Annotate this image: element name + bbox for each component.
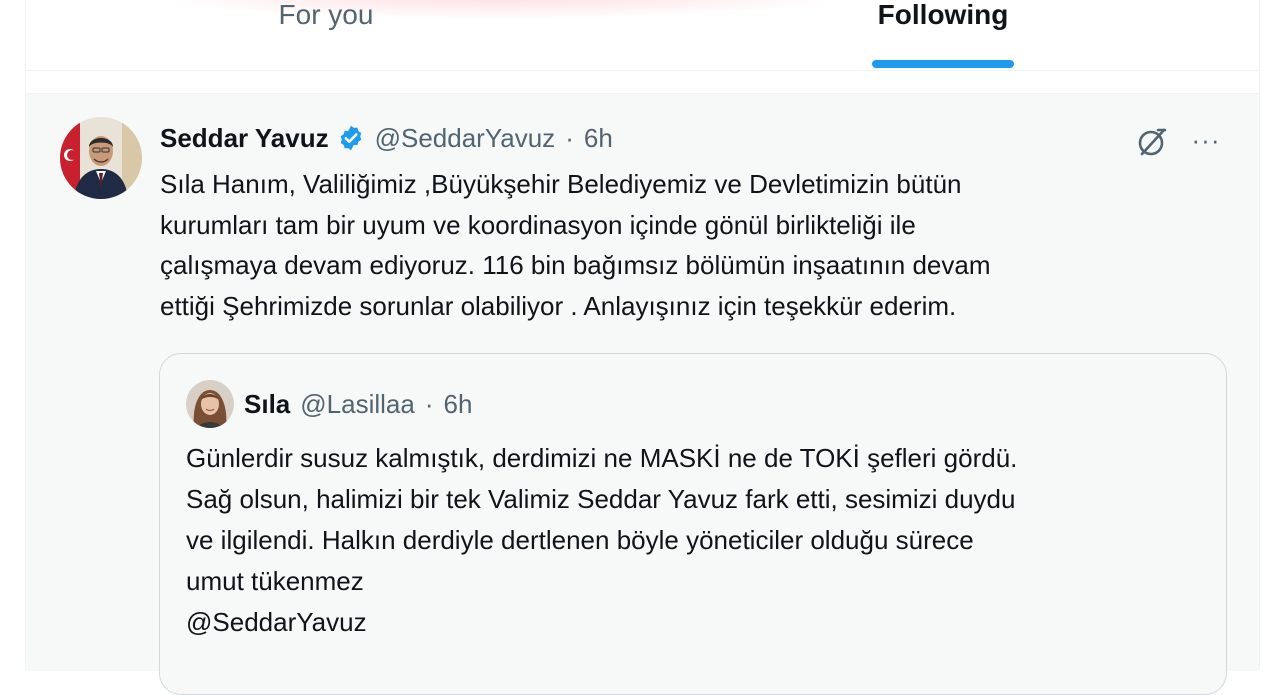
tweet-text-line: Sıla Hanım, Valiliğimiz ,Büyükşehir Bele… — [160, 169, 962, 199]
quoted-header: Sıla @Lasillaa · 6h — [244, 384, 472, 424]
quoted-text-line: Günlerdir susuz kalmıştık, derdimizi ne … — [186, 443, 1018, 473]
quoted-mention[interactable]: @SeddarYavuz — [186, 602, 1206, 643]
tab-following-label: Following — [877, 0, 1009, 30]
author-avatar[interactable] — [60, 117, 142, 199]
tweet-text: Sıla Hanım, Valiliğimiz ,Büyükşehir Bele… — [160, 164, 1220, 326]
tab-for-you-label: For you — [278, 0, 374, 30]
timeline-frame: For you Following Seddar Yavuz @SeddarYa… — [0, 0, 1280, 695]
tweet-text-line: ettiği Şehrimizde sorunlar olabiliyor . … — [160, 290, 957, 321]
quoted-text-line: umut tükenmez — [186, 566, 364, 596]
more-icon[interactable]: ··· — [1188, 122, 1224, 158]
author-name[interactable]: Seddar Yavuz — [160, 123, 329, 154]
quoted-author-name: Sıla — [244, 388, 291, 419]
author-handle[interactable]: @SeddarYavuz — [375, 123, 556, 154]
grok-icon[interactable] — [1134, 124, 1170, 160]
active-tab-indicator — [872, 60, 1014, 68]
quoted-author-avatar[interactable] — [186, 380, 234, 428]
author-avatar-image — [60, 117, 142, 199]
post-time[interactable]: 6h — [584, 123, 613, 154]
tab-for-you[interactable]: For you — [26, 0, 626, 70]
quoted-author-avatar-image — [186, 380, 234, 428]
timeline-tabs: For you Following — [26, 0, 1259, 71]
quoted-post-time: 6h — [443, 388, 473, 419]
header-separator: · — [565, 122, 574, 153]
verified-badge-icon[interactable] — [337, 124, 365, 152]
column-border-right — [1259, 0, 1260, 670]
quoted-tweet-text: Günlerdir susuz kalmıştık, derdimizi ne … — [186, 438, 1206, 643]
tweet-text-line: çalışmaya devam ediyoruz. 116 bin bağıms… — [160, 250, 991, 280]
quoted-header-separator: · — [424, 388, 434, 419]
quoted-tweet[interactable]: Sıla @Lasillaa · 6h Günlerdir susuz kalm… — [159, 353, 1227, 695]
post-header: Seddar Yavuz @SeddarYavuz · 6h — [160, 118, 613, 158]
quoted-text-line: Sağ olsun, halimizi bir tek Valimiz Sedd… — [186, 484, 1016, 514]
timeline-gap — [26, 71, 1259, 93]
quoted-author-handle: @Lasillaa — [300, 388, 415, 419]
quoted-text-line: ve ilgilendi. Halkın derdiyle dertlenen … — [186, 525, 974, 555]
tweet-text-line: kurumları tam bir uyum ve koordinasyon i… — [160, 209, 916, 240]
